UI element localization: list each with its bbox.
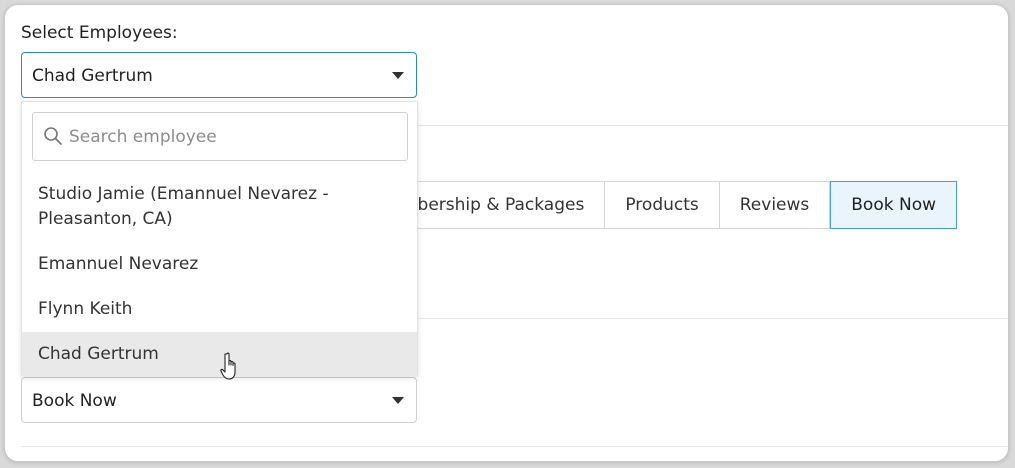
- option-line: Studio Jamie (Emannuel Nevarez -: [38, 184, 329, 204]
- caret-down-icon: [392, 72, 404, 79]
- employee-select[interactable]: Chad Gertrum: [21, 52, 417, 98]
- search-box: [32, 112, 408, 161]
- employee-dropdown: Studio Jamie (Emannuel Nevarez - Pleasan…: [21, 101, 418, 377]
- tab-membership-packages[interactable]: mbership & Packages: [401, 181, 606, 229]
- hand-pointer-icon: [220, 352, 236, 380]
- page-card: Select Employees: Chad Gertrum mbership …: [4, 4, 1009, 462]
- search-icon: [44, 127, 62, 145]
- tab-label: mbership & Packages: [401, 195, 585, 215]
- tab-bar: mbership & Packages Products Reviews Boo…: [401, 181, 957, 229]
- option-line: Emannuel Nevarez: [38, 254, 199, 274]
- search-input[interactable]: [69, 113, 399, 160]
- employee-select-value: Chad Gertrum: [32, 66, 153, 86]
- tab-book-now[interactable]: Book Now: [830, 181, 957, 229]
- tab-products[interactable]: Products: [605, 181, 720, 229]
- tab-label: Book Now: [851, 195, 936, 215]
- section-select[interactable]: Book Now: [21, 377, 417, 423]
- tab-label: Reviews: [739, 195, 810, 215]
- tab-label: Products: [625, 195, 699, 215]
- option-line: Chad Gertrum: [38, 344, 159, 364]
- section-select-value: Book Now: [32, 391, 117, 411]
- option-line: Flynn Keith: [38, 299, 133, 319]
- select-employees-label: Select Employees:: [21, 23, 178, 43]
- option-line: Pleasanton, CA): [38, 209, 173, 229]
- dropdown-option[interactable]: Flynn Keith: [22, 287, 417, 332]
- dropdown-option[interactable]: Emannuel Nevarez: [22, 242, 417, 287]
- tab-reviews[interactable]: Reviews: [719, 181, 831, 229]
- divider: [21, 446, 1008, 447]
- caret-down-icon: [392, 397, 404, 404]
- dropdown-option[interactable]: Studio Jamie (Emannuel Nevarez - Pleasan…: [22, 182, 417, 232]
